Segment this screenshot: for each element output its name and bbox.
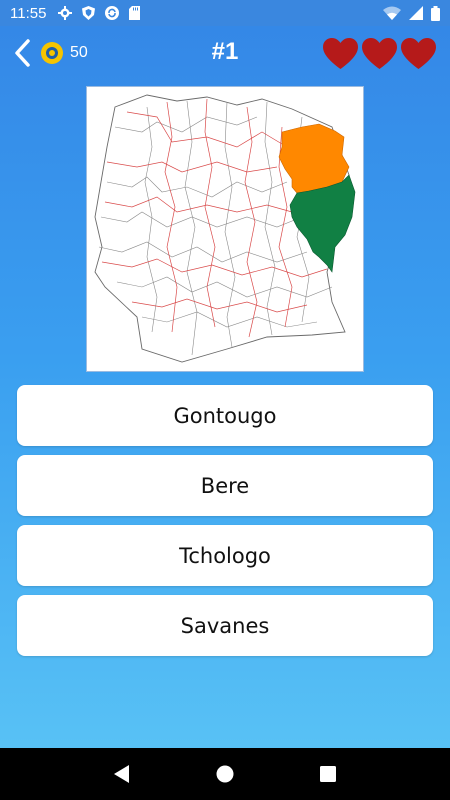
game-header: 50 #1 [0,26,450,82]
lives-indicator [323,38,436,70]
system-nav-bar [0,748,450,800]
heart-icon [401,38,436,69]
sdcard-icon [129,6,141,20]
shield-icon [82,6,96,20]
cellular-icon [409,6,423,20]
battery-icon [431,5,440,21]
nav-back-button[interactable] [111,763,133,785]
status-time: 11:55 [10,4,47,22]
heart-icon [323,38,358,69]
answer-button[interactable]: Tchologo [17,525,433,586]
nav-recents-button[interactable] [317,763,339,785]
status-notification-icons [58,6,141,20]
heart-icon [362,38,397,69]
gear-icon [58,6,73,20]
circle-home-icon [216,765,234,783]
status-bar: 11:55 [0,0,450,26]
answer-options: Gontougo Bere Tchologo Savanes [17,385,433,665]
wifi-icon [383,6,401,20]
square-recents-icon [320,766,337,782]
sync-icon [105,6,120,20]
answer-button[interactable]: Bere [17,455,433,516]
answer-button[interactable]: Gontougo [17,385,433,446]
answer-button[interactable]: Savanes [17,595,433,656]
status-system-icons [383,5,440,21]
triangle-back-icon [113,765,129,783]
nav-home-button[interactable] [214,763,236,785]
region-map [86,86,364,372]
region-map-image [94,94,356,363]
